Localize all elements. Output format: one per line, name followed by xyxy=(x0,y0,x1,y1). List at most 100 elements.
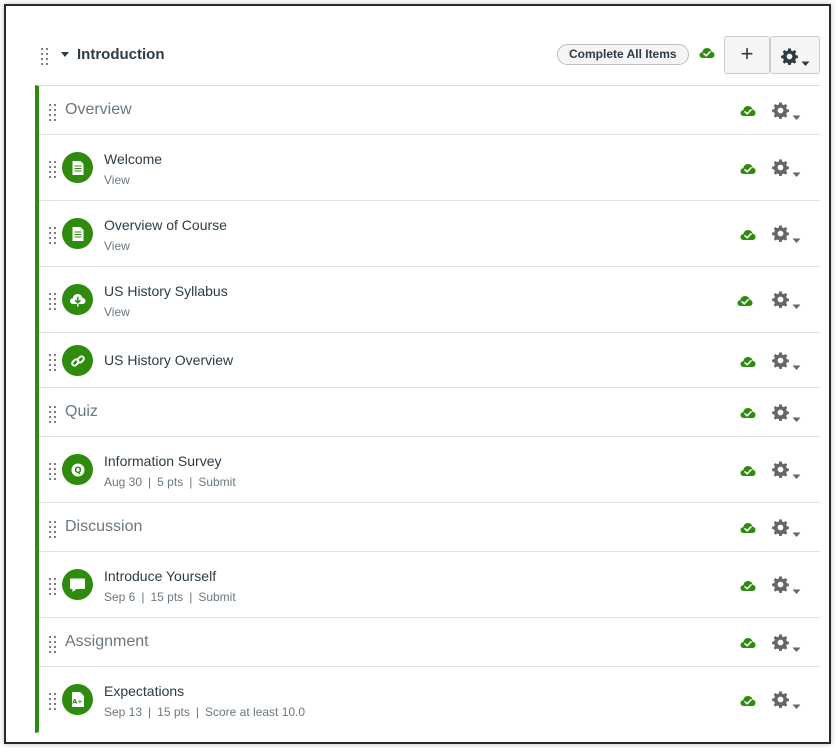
item-settings-button[interactable] xyxy=(772,291,804,309)
item-detail: Score at least 10.0 xyxy=(205,705,306,719)
window-frame: Introduction Complete All Items + Overvi… xyxy=(4,4,831,744)
details-separator: | xyxy=(148,475,152,489)
chevron-down-icon xyxy=(792,467,801,485)
published-cloud-icon[interactable] xyxy=(740,406,756,424)
module-item-row: Welcome View xyxy=(39,135,820,201)
item-detail: 15 pts xyxy=(150,590,184,604)
chevron-down-icon xyxy=(792,108,801,126)
chevron-down-icon xyxy=(792,231,801,249)
drag-handle-icon[interactable] xyxy=(49,227,57,244)
published-cloud-icon[interactable] xyxy=(740,104,756,122)
item-settings-button[interactable] xyxy=(772,691,804,709)
published-cloud-icon[interactable] xyxy=(740,162,756,180)
item-detail: Aug 30 xyxy=(104,475,143,489)
module-item-row: A+ Expectations Sep 13 | 15 pts | Score at lea… xyxy=(39,667,820,733)
item-title-link[interactable]: US History Syllabus xyxy=(104,283,228,299)
svg-text:Q: Q xyxy=(74,466,81,476)
item-detail: 5 pts xyxy=(157,475,184,489)
item-title-link[interactable]: Introduce Yourself xyxy=(104,568,216,584)
add-item-button[interactable]: + xyxy=(724,36,770,74)
item-detail[interactable]: Submit xyxy=(198,475,235,489)
page-icon xyxy=(62,152,93,183)
subheader-row: Overview xyxy=(39,86,820,135)
item-settings-button[interactable] xyxy=(772,519,804,537)
drag-handle-icon[interactable] xyxy=(49,693,57,710)
module-settings-button[interactable] xyxy=(770,36,820,74)
subheader-title: Discussion xyxy=(65,518,143,535)
svg-text:A+: A+ xyxy=(72,698,82,706)
gear-icon xyxy=(772,159,789,181)
item-settings-button[interactable] xyxy=(772,634,804,652)
item-detail: Sep 13 xyxy=(104,705,143,719)
drag-handle-icon[interactable] xyxy=(49,636,57,653)
item-settings-button[interactable] xyxy=(772,461,804,479)
chevron-down-icon xyxy=(792,358,801,376)
gear-icon xyxy=(772,102,789,124)
gear-icon xyxy=(772,291,789,313)
item-detail[interactable]: View xyxy=(104,305,130,319)
item-settings-button[interactable] xyxy=(772,352,804,370)
item-detail[interactable]: View xyxy=(104,239,130,253)
link-icon xyxy=(62,345,93,376)
drag-handle-icon[interactable] xyxy=(49,521,57,538)
item-title-link[interactable]: Welcome xyxy=(104,151,162,167)
item-detail[interactable]: View xyxy=(104,173,130,187)
item-detail[interactable]: Submit xyxy=(198,590,235,604)
published-cloud-icon[interactable] xyxy=(740,521,756,539)
module-title[interactable]: Introduction xyxy=(77,46,164,63)
published-cloud-icon[interactable] xyxy=(740,579,756,597)
subheader-title: Assignment xyxy=(65,633,149,650)
published-cloud-icon[interactable] xyxy=(699,46,715,64)
module-drag-handle[interactable] xyxy=(41,48,49,65)
drag-handle-icon[interactable] xyxy=(49,406,57,423)
complete-all-items-button[interactable]: Complete All Items xyxy=(557,44,689,65)
chevron-down-icon xyxy=(792,410,801,428)
item-detail: Sep 6 xyxy=(104,590,136,604)
published-cloud-icon[interactable] xyxy=(740,636,756,654)
gear-icon xyxy=(772,634,789,656)
published-cloud-icon[interactable] xyxy=(740,355,756,373)
details-separator: | xyxy=(148,705,152,719)
module-item-row: Introduce Yourself Sep 6 | 15 pts | Submit xyxy=(39,552,820,618)
gear-icon xyxy=(772,519,789,541)
gear-icon xyxy=(781,48,798,70)
published-cloud-icon[interactable] xyxy=(737,294,753,312)
published-cloud-icon[interactable] xyxy=(740,464,756,482)
module-item-row: Q Information Survey Aug 30 | 5 pts | Submit xyxy=(39,437,820,503)
item-details: Sep 6 | 15 pts | Submit xyxy=(104,590,236,604)
drag-handle-icon[interactable] xyxy=(49,463,57,480)
chevron-down-icon xyxy=(792,640,801,658)
collapse-caret-icon[interactable] xyxy=(60,50,70,60)
details-separator: | xyxy=(189,590,193,604)
item-settings-button[interactable] xyxy=(772,404,804,422)
item-settings-button[interactable] xyxy=(772,102,804,120)
item-details: View xyxy=(104,173,130,187)
drag-handle-icon[interactable] xyxy=(49,161,57,178)
item-title-link[interactable]: Overview of Course xyxy=(104,217,227,233)
drag-handle-icon[interactable] xyxy=(49,578,57,595)
chevron-down-icon xyxy=(792,165,801,183)
gear-icon xyxy=(772,404,789,426)
item-settings-button[interactable] xyxy=(772,225,804,243)
gear-icon xyxy=(772,576,789,598)
drag-handle-icon[interactable] xyxy=(49,354,57,371)
item-settings-button[interactable] xyxy=(772,576,804,594)
drag-handle-icon[interactable] xyxy=(49,293,57,310)
item-title-link[interactable]: US History Overview xyxy=(104,352,233,368)
item-title-link[interactable]: Expectations xyxy=(104,683,184,699)
item-title-link[interactable]: Information Survey xyxy=(104,453,222,469)
gear-icon xyxy=(772,461,789,483)
item-detail: 15 pts xyxy=(157,705,190,719)
gear-icon xyxy=(772,691,789,713)
chevron-down-icon xyxy=(792,297,801,315)
item-settings-button[interactable] xyxy=(772,159,804,177)
published-cloud-icon[interactable] xyxy=(740,228,756,246)
drag-handle-icon[interactable] xyxy=(49,104,57,121)
subheader-row: Quiz xyxy=(39,388,820,437)
subheader-row: Assignment xyxy=(39,618,820,667)
details-separator: | xyxy=(195,705,199,719)
published-cloud-icon[interactable] xyxy=(740,694,756,712)
subheader-title: Quiz xyxy=(65,403,98,420)
gear-icon xyxy=(772,352,789,374)
item-details: Aug 30 | 5 pts | Submit xyxy=(104,475,236,489)
